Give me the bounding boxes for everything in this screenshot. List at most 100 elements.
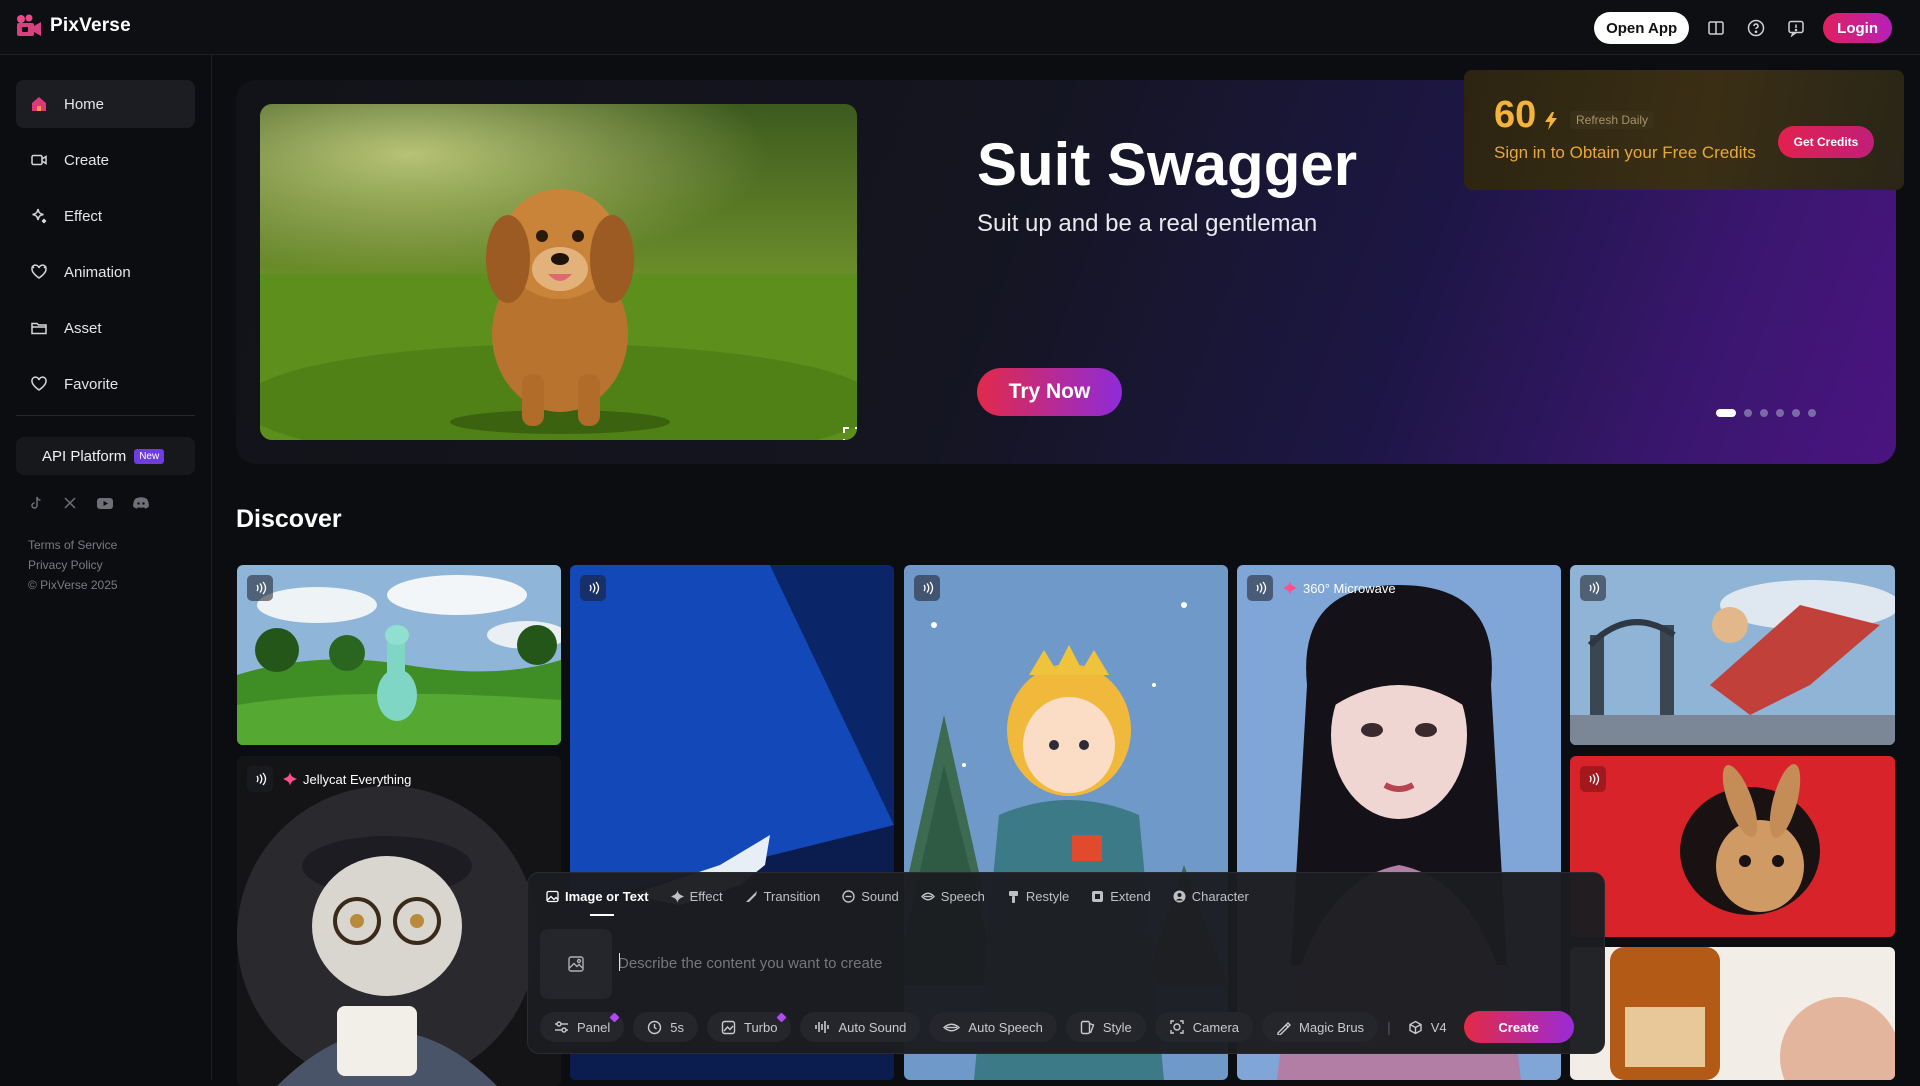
discover-card-bottle[interactable] — [1570, 947, 1895, 1080]
discover-card-flying-man[interactable] — [1570, 565, 1895, 745]
bolt-icon — [1545, 112, 1557, 130]
credits-amount: 60 — [1494, 94, 1537, 136]
auto-speech-toggle[interactable]: Auto Speech — [929, 1012, 1057, 1042]
home-icon — [32, 97, 46, 111]
login-button[interactable]: Login — [1823, 13, 1892, 43]
tab-speech[interactable]: Speech — [920, 885, 985, 907]
hero-subtitle: Suit up and be a real gentleman — [977, 210, 1318, 237]
tab-image-or-text[interactable]: Image or Text — [546, 885, 649, 907]
x-icon[interactable] — [62, 495, 78, 511]
open-app-button[interactable]: Open App — [1594, 12, 1690, 44]
hero-title: Suit Swagger — [977, 131, 1358, 198]
magic-brush-button[interactable]: Magic Brus — [1262, 1012, 1379, 1042]
tab-sound[interactable]: Sound — [842, 885, 899, 907]
style-icon — [1080, 1020, 1095, 1034]
sound-indicator-icon[interactable] — [580, 575, 606, 601]
social-links — [28, 495, 150, 511]
sidebar-item-home[interactable]: Home — [16, 80, 195, 128]
sparkle-icon — [283, 772, 297, 786]
style-button[interactable]: Style — [1065, 1012, 1146, 1042]
credits-card: 60 Refresh Daily Sign in to Obtain your … — [1464, 70, 1904, 190]
flying-man-image — [1570, 565, 1895, 745]
video-camera-icon — [31, 154, 47, 166]
toolbar-separator: | — [1387, 1019, 1391, 1035]
tab-label: Transition — [763, 888, 821, 904]
sidebar-item-asset[interactable]: Asset — [16, 304, 195, 352]
duration-button[interactable]: 5s — [633, 1012, 698, 1042]
discover-card-cat[interactable]: Jellycat Everything — [237, 756, 561, 1086]
create-button[interactable]: Create — [1463, 1011, 1574, 1043]
help-icon[interactable] — [1743, 15, 1769, 41]
lips-icon — [943, 1023, 961, 1031]
model-version-selector[interactable]: V4 — [1400, 1020, 1455, 1035]
sound-indicator-icon[interactable] — [914, 575, 940, 601]
youtube-icon[interactable] — [96, 495, 114, 511]
sidebar-item-label: Home — [64, 95, 105, 113]
sidebar-item-favorite[interactable]: Favorite — [16, 360, 195, 408]
sound-indicator-icon[interactable] — [1580, 575, 1606, 601]
logo[interactable]: PixVerse — [16, 14, 131, 38]
terms-link[interactable]: Terms of Service — [28, 535, 118, 555]
model-version-label: V4 — [1430, 1019, 1447, 1035]
composer-toolbar: Panel 5s Turbo Auto Sound Auto Speech St… — [540, 1011, 1574, 1043]
api-platform-label: API Platform — [42, 447, 127, 465]
sidebar-item-label: Favorite — [64, 375, 119, 393]
tab-character[interactable]: Character — [1173, 885, 1249, 907]
image-upload-button[interactable] — [540, 929, 612, 999]
llama-image — [237, 565, 561, 745]
tab-extend[interactable]: Extend — [1091, 885, 1151, 907]
heart-hands-icon — [31, 264, 47, 279]
sparkle-icon — [1283, 581, 1297, 595]
carousel-dot[interactable] — [1744, 409, 1752, 417]
premium-gem-icon — [609, 1012, 620, 1023]
folder-icon — [31, 322, 47, 335]
sidebar-item-effect[interactable]: Effect — [16, 192, 195, 240]
panel-option-button[interactable]: Panel — [540, 1012, 625, 1042]
app-name: PixVerse — [50, 15, 131, 36]
image-icon — [546, 890, 559, 902]
auto-sound-toggle[interactable]: Auto Sound — [800, 1012, 921, 1042]
privacy-link[interactable]: Privacy Policy — [28, 555, 118, 575]
sidebar-item-animation[interactable]: Animation — [16, 248, 195, 296]
effect-tag: 360° Microwave — [1279, 575, 1402, 601]
sound-indicator-icon[interactable] — [1580, 766, 1606, 792]
feedback-icon[interactable] — [1783, 15, 1809, 41]
tab-label: Image or Text — [565, 888, 649, 904]
transition-icon — [745, 890, 757, 902]
discord-icon[interactable] — [132, 495, 150, 511]
carousel-dot[interactable] — [1776, 409, 1784, 417]
bottle-image — [1570, 947, 1895, 1080]
sidebar-item-create[interactable]: Create — [16, 136, 195, 184]
camera-button[interactable]: Camera — [1154, 1012, 1254, 1042]
premium-gem-icon — [777, 1012, 787, 1023]
discover-card-rabbit[interactable] — [1570, 756, 1895, 937]
carousel-dot[interactable] — [1716, 409, 1736, 417]
tab-restyle[interactable]: Restyle — [1007, 885, 1069, 907]
hero-video[interactable] — [260, 104, 857, 440]
fullscreen-icon[interactable] — [842, 426, 857, 440]
try-now-button[interactable]: Try Now — [977, 368, 1122, 416]
tab-effect[interactable]: Effect — [670, 885, 723, 907]
sparkle-icon — [32, 208, 47, 224]
sound-indicator-icon[interactable] — [1247, 575, 1273, 601]
effect-tag-label: Jellycat Everything — [303, 771, 412, 787]
tab-transition[interactable]: Transition — [745, 885, 821, 907]
book-icon[interactable] — [1703, 15, 1729, 41]
get-credits-button[interactable]: Get Credits — [1778, 126, 1874, 158]
carousel-dot[interactable] — [1792, 409, 1800, 417]
new-badge: New — [134, 448, 165, 464]
prompt-input[interactable] — [618, 951, 1518, 975]
carousel-dot[interactable] — [1808, 409, 1816, 417]
sound-indicator-icon[interactable] — [247, 575, 273, 601]
top-bar: PixVerse Open App Login — [0, 0, 1920, 55]
turbo-button[interactable]: Turbo — [706, 1012, 792, 1042]
text-caret — [619, 953, 620, 971]
cube-icon — [1409, 1020, 1422, 1034]
carousel-dot[interactable] — [1760, 409, 1768, 417]
sidebar-item-label: Create — [64, 151, 110, 169]
sound-indicator-icon[interactable] — [247, 766, 273, 792]
discover-card-llama[interactable] — [237, 565, 561, 745]
api-platform-link[interactable]: API Platform New — [16, 437, 195, 475]
tiktok-icon[interactable] — [28, 495, 44, 511]
tab-label: Effect — [689, 888, 723, 904]
